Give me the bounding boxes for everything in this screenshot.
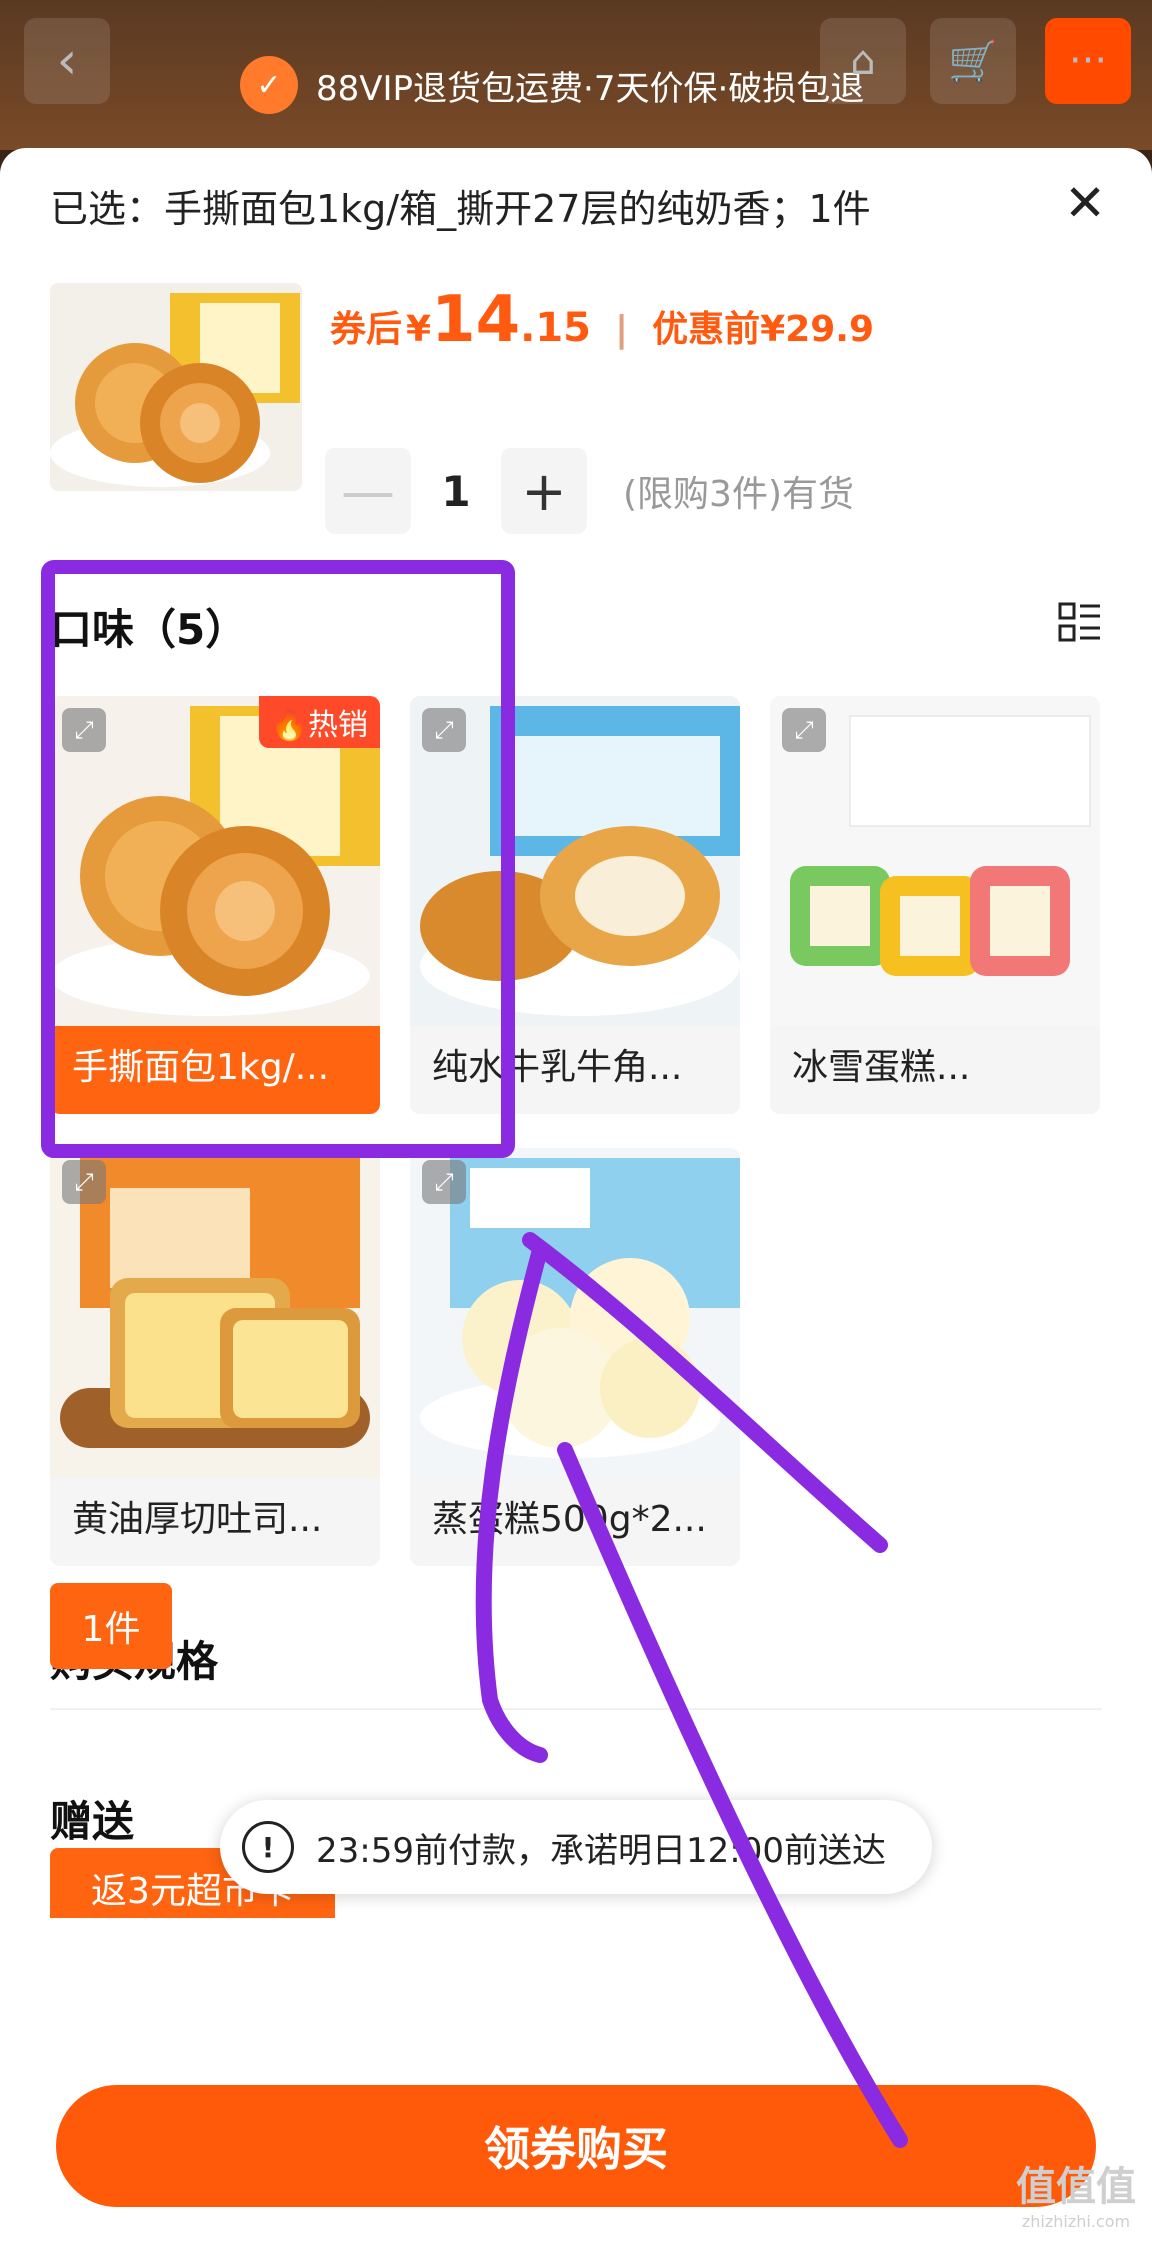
price-separator: |: [615, 309, 629, 350]
flavor-option-1[interactable]: ⤢ 纯水牛乳牛角...: [410, 696, 740, 1114]
toast-text: 23:59前付款，承诺明日12:00前送达: [316, 1830, 886, 1871]
flavor-name: 手撕面包1kg/...: [72, 1047, 330, 1088]
selected-summary: 已选：手撕面包1kg/箱_撕开27层的纯奶香；1件: [50, 187, 871, 231]
expand-icon[interactable]: ⤢: [62, 1160, 106, 1204]
price-decimal: .15: [520, 305, 591, 351]
info-icon: !: [242, 1821, 294, 1873]
gift-title: 赠送: [50, 1797, 135, 1846]
expand-icon[interactable]: ⤢: [422, 708, 466, 752]
decrease-button[interactable]: —: [325, 448, 411, 534]
cart-button[interactable]: 🛒: [930, 18, 1016, 104]
flavor-title: 口味（5）: [50, 605, 248, 654]
hot-sale-badge: 🔥热销: [258, 696, 380, 748]
watermark-sub: zhizhizhi.com: [1021, 2212, 1131, 2231]
flavor-name: 冰雪蛋糕...: [792, 1047, 971, 1088]
flavor-option-4[interactable]: ⤢ 蒸蛋糕500g*2...: [410, 1148, 740, 1566]
expand-icon[interactable]: ⤢: [422, 1160, 466, 1204]
flavor-option-3[interactable]: ⤢ 黄油厚切吐司...: [50, 1148, 380, 1566]
sku-sheet: 已选：手撕面包1kg/箱_撕开27层的纯奶香；1件 ✕ 券后 ¥ 14 .15 …: [0, 148, 1152, 2251]
increase-button[interactable]: +: [501, 448, 587, 534]
chevron-left-icon: ‹: [56, 31, 78, 91]
shield-icon: ✓: [240, 56, 298, 114]
divider: [50, 1708, 1102, 1710]
price-row: 券后 ¥ 14 .15 | 优惠前¥29.9: [330, 283, 874, 357]
stock-status: (限购3件)有货: [623, 474, 854, 515]
home-button[interactable]: ⌂: [820, 18, 906, 104]
home-icon: ⌂: [850, 38, 876, 84]
vip-text: 88VIP退货包运费·7天价保·破损包退: [316, 68, 865, 109]
delivery-toast: ! 23:59前付款，承诺明日12:00前送达: [220, 1800, 932, 1894]
expand-icon[interactable]: ⤢: [62, 708, 106, 752]
vip-banner: ✓ 88VIP退货包运费·7天价保·破损包退: [240, 50, 864, 120]
flavor-name: 黄油厚切吐司...: [72, 1499, 323, 1540]
flavor-option-2[interactable]: ⤢ 冰雪蛋糕...: [770, 696, 1100, 1114]
flavor-name: 蒸蛋糕500g*2...: [432, 1499, 707, 1540]
buy-button[interactable]: 领券购买: [56, 2085, 1096, 2207]
watermark: 值值值 zhizhizhi.com: [1016, 2154, 1136, 2231]
expand-icon[interactable]: ⤢: [782, 708, 826, 752]
quantity-value[interactable]: 1: [411, 467, 501, 516]
list-view-icon[interactable]: [1058, 600, 1102, 644]
flavor-name: 纯水牛乳牛角...: [432, 1047, 683, 1088]
currency-symbol: ¥: [406, 309, 432, 350]
back-button[interactable]: ‹: [24, 18, 110, 104]
spec-option-1[interactable]: 1件: [50, 1583, 172, 1669]
more-button[interactable]: ···: [1045, 18, 1131, 104]
watermark-main: 值值值: [1016, 2164, 1136, 2210]
quantity-stepper: — 1 + (限购3件)有货: [325, 448, 854, 534]
coupon-price-label: 券后: [330, 309, 403, 350]
close-icon[interactable]: ✕: [1064, 178, 1106, 228]
price-integer: 14: [431, 283, 521, 357]
cart-icon: 🛒: [948, 38, 998, 85]
product-thumbnail[interactable]: [50, 283, 302, 491]
original-price: 优惠前¥29.9: [652, 309, 875, 350]
flavor-option-0[interactable]: ⤢ 🔥热销 手撕面包1kg/...: [50, 696, 380, 1114]
more-icon: ···: [1068, 38, 1108, 84]
top-bar: ‹ ✓ 88VIP退货包运费·7天价保·破损包退 ⌂ 🛒 ···: [0, 0, 1152, 150]
